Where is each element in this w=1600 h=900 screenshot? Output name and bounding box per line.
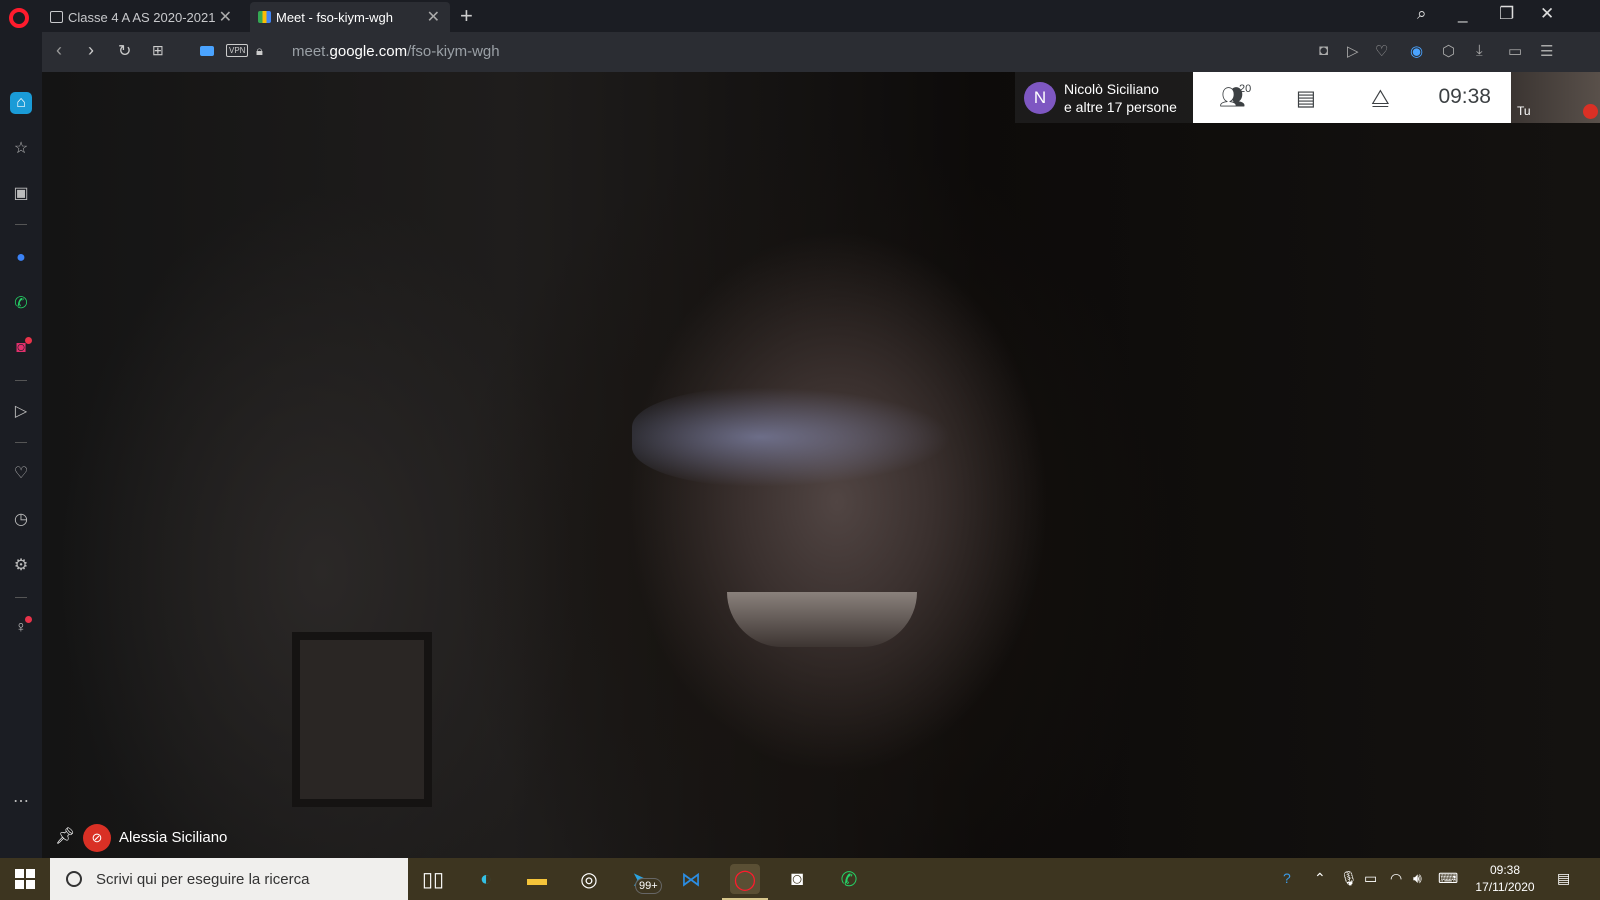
- chat-icon[interactable]: ▤: [1296, 86, 1316, 111]
- close-window-icon[interactable]: ✕: [1540, 4, 1554, 24]
- system-clock[interactable]: 09:38 17/11/2020: [1470, 862, 1540, 896]
- participants-text: Nicolò Siciliano e altre 17 persone: [1064, 80, 1177, 116]
- active-speaker-name: Alessia Siciliano: [119, 829, 228, 846]
- wifi-icon[interactable]: ◠: [1390, 870, 1402, 887]
- download-icon[interactable]: ⤓: [1476, 42, 1483, 59]
- participant-others: e altre 17 persone: [1064, 98, 1177, 115]
- video-highlight: [727, 592, 917, 647]
- sidebar-divider: [15, 380, 27, 381]
- address-bar: ‹ › ↻ ⊞ VPN 🔒︎ meet.google.com/fso-kiym-…: [42, 32, 1600, 72]
- tab-title: Meet - fso-kiym-wgh: [276, 9, 394, 25]
- tab-classe[interactable]: Classe 4 A AS 2020-2021 ✕: [42, 2, 242, 32]
- video-highlight: [632, 387, 952, 487]
- whatsapp-taskbar-icon[interactable]: ✆: [834, 864, 864, 894]
- wall-picture-frame: [292, 632, 432, 807]
- help-icon[interactable]: ?: [1283, 870, 1291, 886]
- activities-icon[interactable]: ⧋: [1371, 86, 1390, 110]
- avatar: N: [1024, 81, 1056, 114]
- sidebar-divider: [15, 442, 27, 443]
- messenger-icon[interactable]: ●: [10, 247, 32, 269]
- windows-start-icon[interactable]: [15, 869, 35, 889]
- forward-icon[interactable]: ›: [88, 40, 94, 61]
- opera-taskbar-icon[interactable]: ◯: [722, 864, 768, 900]
- snapshot-icon[interactable]: ◘: [1319, 42, 1328, 59]
- tab-bar: Classe 4 A AS 2020-2021 ✕ Meet - fso-kiy…: [0, 0, 1600, 32]
- new-tab-button[interactable]: +: [460, 3, 473, 29]
- reload-icon[interactable]: ↻: [118, 41, 131, 61]
- home-icon[interactable]: ⌂: [10, 92, 32, 114]
- lock-icon[interactable]: 🔒︎: [256, 43, 263, 59]
- whatsapp-icon[interactable]: ✆: [10, 292, 32, 314]
- search-placeholder: Scrivi qui per eseguire la ricerca: [96, 870, 310, 888]
- mic-off-icon: ⊘: [83, 824, 111, 852]
- clock-date: 17/11/2020: [1475, 880, 1535, 894]
- classroom-favicon-icon: [50, 11, 63, 23]
- close-tab-icon[interactable]: ✕: [219, 7, 232, 27]
- pin-icon[interactable]: 📌︎: [55, 826, 75, 846]
- windows-taskbar: Scrivi qui per eseguire la ricerca ▯▯ ◐ …: [0, 858, 1600, 900]
- volume-icon[interactable]: 🔊︎: [1413, 870, 1422, 887]
- easy-setup-icon[interactable]: ☰: [1540, 42, 1553, 60]
- main-video-feed: [42, 72, 1600, 858]
- battery-icon[interactable]: ▭: [1364, 870, 1377, 887]
- edge-icon[interactable]: ◐: [471, 864, 501, 894]
- send-icon[interactable]: ▷: [10, 400, 32, 422]
- vpn-badge[interactable]: VPN: [226, 44, 249, 57]
- task-view-icon[interactable]: ▯▯: [418, 864, 448, 894]
- search-icon: [66, 871, 82, 887]
- workspace-icon[interactable]: ▣: [10, 182, 32, 204]
- microphone-icon[interactable]: 🎙︎: [1340, 870, 1358, 887]
- url-field[interactable]: meet.google.com/fso-kiym-wgh: [292, 43, 500, 60]
- send-icon[interactable]: ▷: [1347, 42, 1359, 60]
- opera-sidebar: ⌂ ☆ ▣ ● ✆ ◙ ▷ ♡ ◷ ⚙ ♀ ⋯: [0, 32, 42, 858]
- taskbar-search-input[interactable]: Scrivi qui per eseguire la ricerca: [50, 858, 408, 900]
- meet-control-panel: 👥︎ 20 ▤ ⧋ 09:38: [1193, 72, 1511, 123]
- file-explorer-icon[interactable]: ▬: [522, 864, 552, 894]
- mic-off-icon: [1583, 104, 1598, 119]
- notifications-icon[interactable]: ▤: [1557, 870, 1570, 887]
- search-tabs-icon[interactable]: ⌕: [1417, 4, 1427, 24]
- keyboard-icon[interactable]: ⌨: [1438, 870, 1458, 887]
- sidebar-divider: [15, 224, 27, 225]
- notification-dot: [25, 616, 32, 623]
- settings-gear-icon[interactable]: ⚙: [10, 554, 32, 576]
- cube-icon[interactable]: ⬡: [1442, 42, 1455, 60]
- history-icon[interactable]: ◷: [10, 508, 32, 530]
- back-icon[interactable]: ‹: [56, 40, 62, 61]
- speed-dial-icon[interactable]: ⊞: [152, 42, 164, 59]
- camera-app-icon[interactable]: ◙: [782, 864, 812, 894]
- more-icon[interactable]: ⋯: [10, 790, 32, 812]
- minimize-icon[interactable]: _: [1458, 4, 1467, 24]
- bookmark-heart-icon[interactable]: ♡: [1375, 42, 1388, 60]
- meet-favicon-icon: [258, 11, 271, 23]
- notification-dot: [25, 337, 32, 344]
- telegram-unread-badge: 99+: [635, 878, 662, 894]
- star-icon[interactable]: ☆: [10, 137, 32, 159]
- url-path: /fso-kiym-wgh: [407, 43, 500, 60]
- sidebar-divider: [15, 597, 27, 598]
- close-tab-icon[interactable]: ✕: [427, 7, 440, 27]
- self-view-thumbnail[interactable]: Tu: [1511, 72, 1600, 123]
- vscode-icon[interactable]: ⋈: [676, 864, 706, 894]
- participant-count: 20: [1239, 83, 1252, 95]
- tab-meet[interactable]: Meet - fso-kiym-wgh ✕: [250, 2, 450, 32]
- clock-time: 09:38: [1489, 863, 1521, 877]
- self-label: Tu: [1517, 104, 1531, 118]
- opera-logo-icon[interactable]: [9, 8, 29, 28]
- participants-summary[interactable]: N Nicolò Siciliano e altre 17 persone: [1015, 72, 1193, 123]
- camera-in-use-icon[interactable]: [200, 46, 214, 56]
- extension-icon[interactable]: ◉: [1410, 42, 1423, 60]
- battery-saver-icon[interactable]: ▭: [1508, 42, 1522, 60]
- media-app-icon[interactable]: ◎: [574, 864, 604, 894]
- url-prefix: meet.: [292, 43, 330, 60]
- tab-title: Classe 4 A AS 2020-2021: [68, 9, 216, 25]
- url-domain: google.com: [329, 43, 408, 60]
- tray-chevron-icon[interactable]: ⌃: [1314, 870, 1326, 887]
- meeting-clock: 09:38: [1438, 85, 1491, 108]
- participant-name: Nicolò Siciliano: [1064, 80, 1159, 97]
- restore-icon[interactable]: ❐: [1499, 4, 1514, 24]
- heart-icon[interactable]: ♡: [10, 462, 32, 484]
